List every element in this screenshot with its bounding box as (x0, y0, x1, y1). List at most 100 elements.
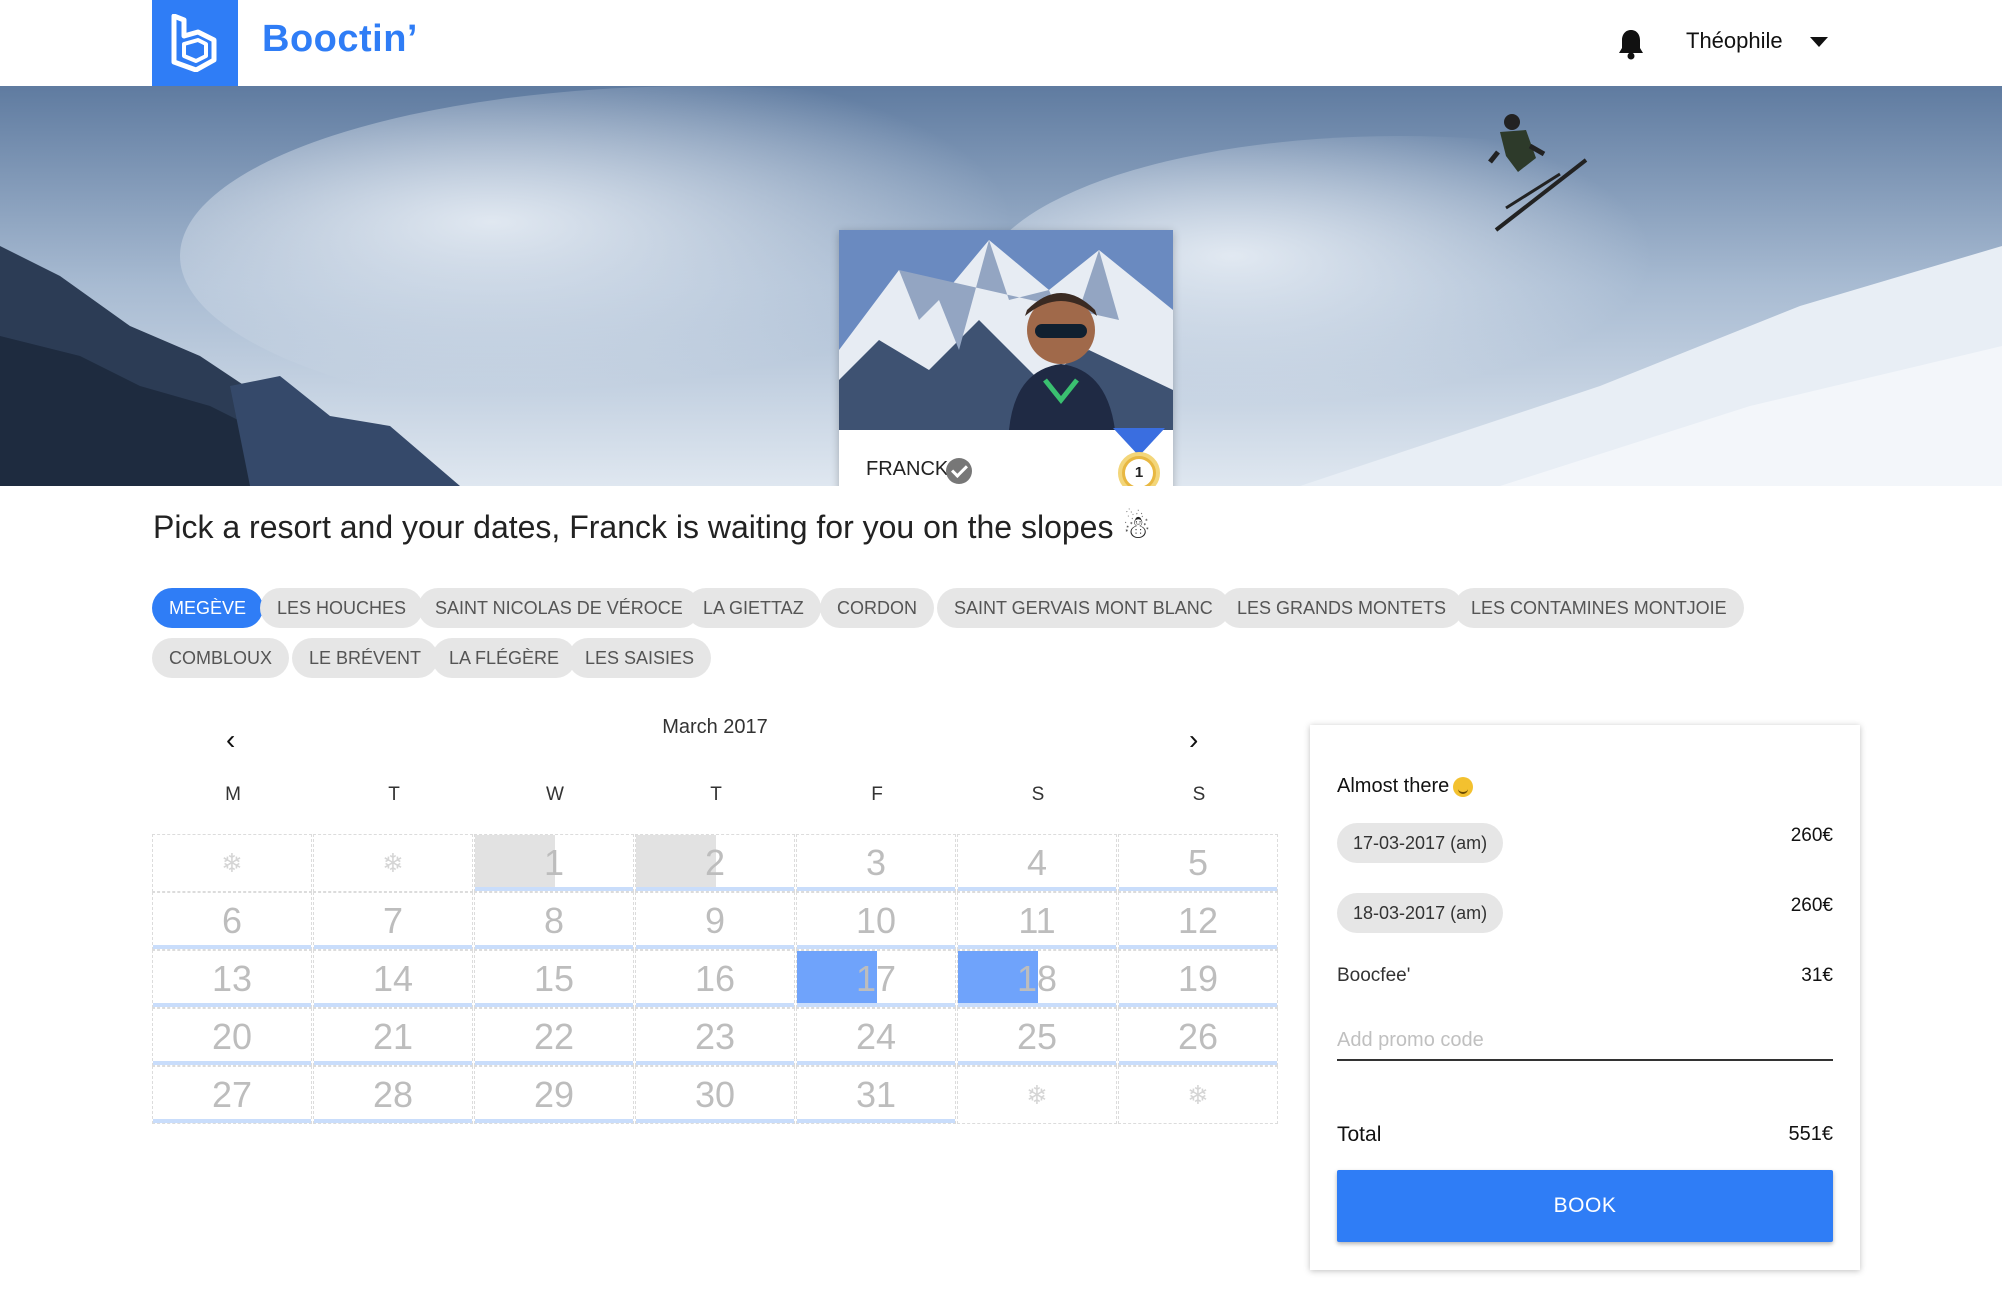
calendar-day[interactable]: 17 (796, 950, 956, 1008)
chevron-down-icon[interactable] (1810, 37, 1828, 47)
calendar-day-number: 21 (372, 1016, 414, 1057)
weekday-header: M (225, 784, 241, 805)
resort-chip-megeve[interactable]: MEGÈVE (152, 588, 264, 628)
calendar-day[interactable]: 11 (957, 892, 1117, 950)
availability-bar (958, 1061, 1116, 1065)
fee-price: 31€ (1801, 965, 1833, 986)
calendar-day[interactable]: 27 (152, 1066, 312, 1124)
calendar-day[interactable]: 12 (1118, 892, 1278, 950)
calendar-day[interactable]: 22 (474, 1008, 634, 1066)
calendar-day[interactable]: 20 (152, 1008, 312, 1066)
resort-chip-combloux[interactable]: COMBLOUX (152, 638, 290, 678)
weekday-header: T (388, 784, 400, 805)
calendar-day[interactable]: 30 (635, 1066, 795, 1124)
resort-chip-saint-nicolas-de-veroce[interactable]: SAINT NICOLAS DE VÉROCE (418, 588, 700, 628)
booked-date-chip[interactable]: 17-03-2017 (am) (1337, 823, 1504, 863)
brand-name[interactable]: Booctin’ (262, 18, 418, 61)
calendar-day-number: 19 (1177, 958, 1219, 999)
calendar-day-number: 11 (1018, 900, 1056, 941)
calendar-next-month-button[interactable]: › (1189, 724, 1198, 756)
calendar-day[interactable]: 15 (474, 950, 634, 1008)
snowflake-icon: ❄ (382, 848, 404, 878)
calendar-day[interactable]: 25 (957, 1008, 1117, 1066)
calendar-day-unavailable: ❄ (957, 1066, 1117, 1124)
calendar-grid: ❄ ❄ 1 2 3 4 5 6 7 8 9 10 11 12 13 14 15 16 17 18 19 20 21 22 23 2… (152, 834, 1280, 1124)
calendar-day-number: 4 (1026, 842, 1048, 883)
calendar-day-number: 18 (1016, 958, 1058, 999)
calendar-day[interactable]: 5 (1118, 834, 1278, 892)
availability-bar (797, 945, 955, 949)
resort-chip-la-giettaz[interactable]: LA GIETTAZ (686, 588, 821, 628)
calendar-day[interactable]: 14 (313, 950, 473, 1008)
calendar-day[interactable]: 19 (1118, 950, 1278, 1008)
calendar-day-number: 8 (543, 900, 565, 941)
snowflake-icon: ❄ (221, 848, 243, 878)
availability-bar (1119, 887, 1277, 891)
calendar-day[interactable]: 13 (152, 950, 312, 1008)
availability-bar (958, 945, 1116, 949)
medal-rank-icon: 1 (1118, 452, 1160, 486)
booked-date-chip[interactable]: 18-03-2017 (am) (1337, 893, 1504, 933)
calendar-day[interactable]: 18 (957, 950, 1117, 1008)
calendar-day-number: 13 (211, 958, 253, 999)
calendar-day-number: 15 (533, 958, 575, 999)
notification-bell-icon[interactable] (1617, 28, 1645, 60)
resort-chip-la-flegere[interactable]: LA FLÉGÈRE (432, 638, 577, 678)
instructor-card[interactable]: FRANCK 1 (839, 230, 1173, 486)
fee-label: Boocfee' (1337, 965, 1411, 986)
calendar-day[interactable]: 9 (635, 892, 795, 950)
availability-bar (636, 945, 794, 949)
calendar-day[interactable]: 8 (474, 892, 634, 950)
calendar-day[interactable]: 31 (796, 1066, 956, 1124)
resort-chip-le-brevent[interactable]: LE BRÉVENT (292, 638, 439, 678)
resort-chip-les-grands-montets[interactable]: LES GRANDS MONTETS (1220, 588, 1464, 628)
resort-chip-saint-gervais-mont-blanc[interactable]: SAINT GERVAIS MONT BLANC (937, 588, 1230, 628)
calendar-day-number: 1 (543, 842, 565, 883)
resort-chip-les-contamines-montjoie[interactable]: LES CONTAMINES MONTJOIE (1454, 588, 1744, 628)
availability-bar (797, 1003, 955, 1007)
availability-bar (1119, 1003, 1277, 1007)
calendar-day[interactable]: 21 (313, 1008, 473, 1066)
availability-bar (314, 1003, 472, 1007)
calendar-day-number: 29 (533, 1074, 575, 1115)
calendar-day[interactable]: 2 (635, 834, 795, 892)
book-button[interactable]: BOOK (1337, 1170, 1833, 1242)
medal-rank: 1 (1125, 459, 1153, 486)
calendar-day-number: 10 (855, 900, 897, 941)
calendar-day[interactable]: 29 (474, 1066, 634, 1124)
calendar-day[interactable]: 24 (796, 1008, 956, 1066)
booked-date-price: 260€ (1790, 895, 1833, 916)
availability-bar (153, 1061, 311, 1065)
user-menu-name[interactable]: Théophile (1686, 28, 1783, 54)
calendar-day[interactable]: 16 (635, 950, 795, 1008)
availability-bar (636, 1003, 794, 1007)
calendar-prev-month-button[interactable]: ‹ (226, 724, 235, 756)
calendar-day[interactable]: 4 (957, 834, 1117, 892)
logo-icon[interactable] (152, 0, 238, 86)
calendar-day[interactable]: 6 (152, 892, 312, 950)
calendar-day[interactable]: 28 (313, 1066, 473, 1124)
resort-chip-les-houches[interactable]: LES HOUCHES (260, 588, 424, 628)
calendar-day-number: 31 (855, 1074, 897, 1115)
total-price: 551€ (1788, 1123, 1834, 1145)
availability-bar (636, 1061, 794, 1065)
calendar-day[interactable]: 26 (1118, 1008, 1278, 1066)
booked-half-day (636, 835, 716, 891)
promo-code-input[interactable] (1337, 1021, 1833, 1061)
calendar-day[interactable]: 1 (474, 834, 634, 892)
calendar-day-number: 3 (865, 842, 887, 883)
hero-banner: FRANCK 1 (0, 86, 2002, 486)
availability-bar (636, 887, 794, 891)
calendar-day[interactable]: 10 (796, 892, 956, 950)
availability-bar (153, 1003, 311, 1007)
resort-chip-les-saisies[interactable]: LES SAISIES (568, 638, 712, 678)
calendar-day[interactable]: 7 (313, 892, 473, 950)
availability-bar (958, 1003, 1116, 1007)
calendar-day-number: 20 (211, 1016, 253, 1057)
availability-bar (475, 1003, 633, 1007)
calendar-day-unavailable: ❄ (313, 834, 473, 892)
resort-chip-cordon[interactable]: CORDON (820, 588, 934, 628)
calendar-day[interactable]: 3 (796, 834, 956, 892)
calendar-day[interactable]: 23 (635, 1008, 795, 1066)
calendar-day-number: 27 (211, 1074, 253, 1115)
